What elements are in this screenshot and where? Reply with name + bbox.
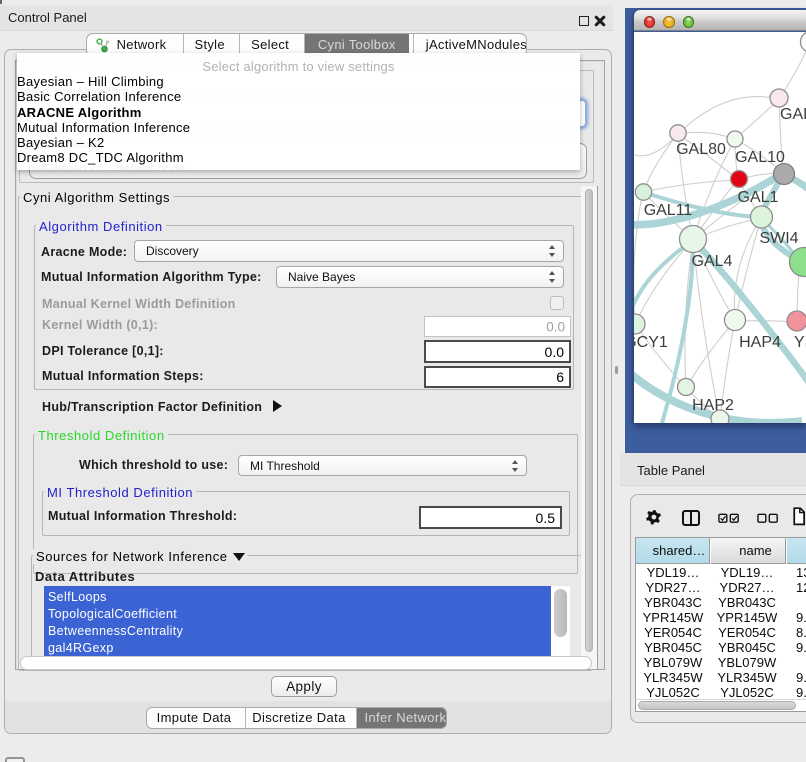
svg-text:GAL4: GAL4: [692, 253, 733, 270]
svg-text:GAL10: GAL10: [735, 149, 785, 166]
svg-text:GAL80: GAL80: [676, 141, 726, 158]
svg-text:HAP2: HAP2: [692, 397, 734, 414]
svg-text:YEL: YEL: [794, 334, 806, 351]
svg-text:GAL1: GAL1: [738, 189, 779, 206]
svg-text:HAP4: HAP4: [739, 334, 781, 351]
svg-text:GCY1: GCY1: [634, 334, 668, 351]
svg-text:GAL7: GAL7: [780, 106, 806, 123]
svg-text:SWI4: SWI4: [759, 230, 798, 247]
svg-text:GAL11: GAL11: [644, 202, 693, 219]
